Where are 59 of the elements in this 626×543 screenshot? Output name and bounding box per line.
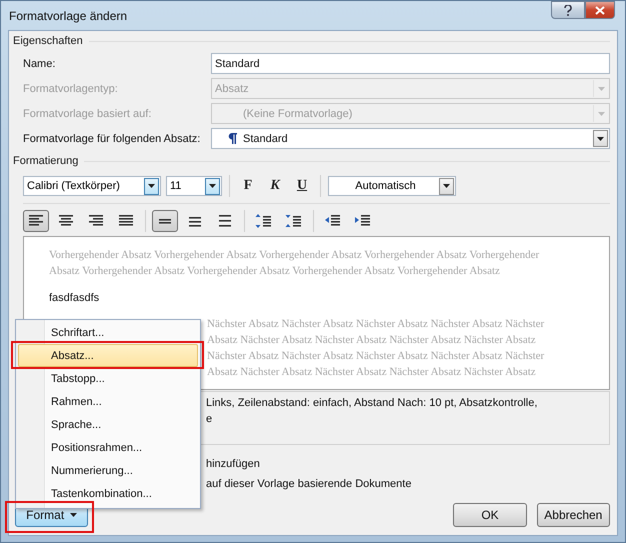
menu-item[interactable]: Schriftart... [18,321,198,344]
text-style-button[interactable]: F [237,176,259,196]
preview-text: Nächster Absatz Nächster Absatz Nächster Absatz Nächster Absatz Nächster [207,350,544,362]
option-label: auf dieser Vorlage basierende Dokumente [206,478,412,490]
field-label: Name: [23,58,56,70]
dropdown-arrow-icon [598,86,604,90]
section-heading: Eigenschaften [13,35,83,47]
dropdown-arrow-icon [70,513,78,517]
menu-item[interactable]: Tabstopp... [18,367,198,390]
toolbar-button[interactable] [23,210,49,232]
help-icon [564,4,572,16]
menu-item[interactable]: Rahmen... [18,390,198,413]
justify-icon [117,214,135,228]
menu-item[interactable]: Positionsrahmen... [18,436,198,459]
indent-icon [354,214,372,228]
paragraph-spacing-icon [255,214,273,228]
color-dropdown[interactable]: Automatisch [328,176,456,196]
sample-text: fasdfasdfs [49,292,100,304]
text-style-button[interactable]: U [291,176,313,196]
option-label: hinzufügen [206,458,260,470]
description-text: Links, Zeilenabstand: einfach, Abstand Nach: 10 pt, Absatzkontrolle, [206,396,538,411]
indent-icon [324,214,342,228]
menu-item[interactable]: Absatz... [18,344,198,367]
preview-text: Absatz Nächster Absatz Nächster Absatz Nächster Absatz Nächster Absatz [207,334,536,346]
ok-button[interactable]: OK [453,503,527,527]
name-field[interactable]: Standard [211,53,610,74]
align-right-icon [87,214,105,228]
help-button[interactable] [551,1,585,19]
dropdown-arrow-icon [597,136,604,140]
dropdown-arrow-icon [148,184,155,188]
window-title: Formatvorlage ändern [9,9,128,23]
field-label: Formatvorlage für folgenden Absatz: [23,132,202,144]
line-spacing-icon [216,214,234,228]
section-heading: Formatierung [13,155,78,167]
font-dropdown[interactable]: Calibri (Textkörper) [23,176,161,196]
font-size-dropdown[interactable]: 11 [166,176,222,196]
line-spacing-icon [186,214,204,228]
preview-text: Absatz Vorhergehender Absatz Vorhergehender Absatz Vorhergehender Absatz Vorhergehender Absatz [49,265,500,277]
close-icon [595,6,605,14]
align-center-icon [57,214,75,228]
menu-item[interactable]: Sprache... [18,413,198,436]
preview-text: Vorhergehender Absatz Vorhergehender Absatz Vorhergehender Absatz Vorhergehender Absatz Vorhergehender [49,249,540,261]
close-button[interactable] [585,1,615,19]
dropdown-arrow-icon [598,112,604,116]
preview-text: Absatz Nächster Absatz Nächster Absatz Nächster Absatz Nächster Absatz [207,366,536,378]
field-label: Formatvorlage basiert auf: [23,108,152,120]
toolbar-button[interactable] [152,210,178,232]
dropdown-arrow-icon [209,184,216,188]
dropdown-arrow-icon [443,184,450,188]
cancel-button[interactable]: Abbrechen [536,503,610,527]
menu-item[interactable]: Tastenkombination... [18,482,198,505]
paragraph-spacing-icon [285,214,303,228]
menu-item[interactable]: Nummerierung... [18,459,198,482]
style-dropdown[interactable]: Standard [211,128,610,149]
description-text: e [206,412,214,427]
field-label: Formatvorlagentyp: [23,82,119,94]
preview-text: Nächster Absatz Nächster Absatz Nächster Absatz Nächster Absatz Nächster [207,318,544,330]
align-left-icon [27,214,45,228]
text-style-button[interactable]: K [264,176,286,196]
